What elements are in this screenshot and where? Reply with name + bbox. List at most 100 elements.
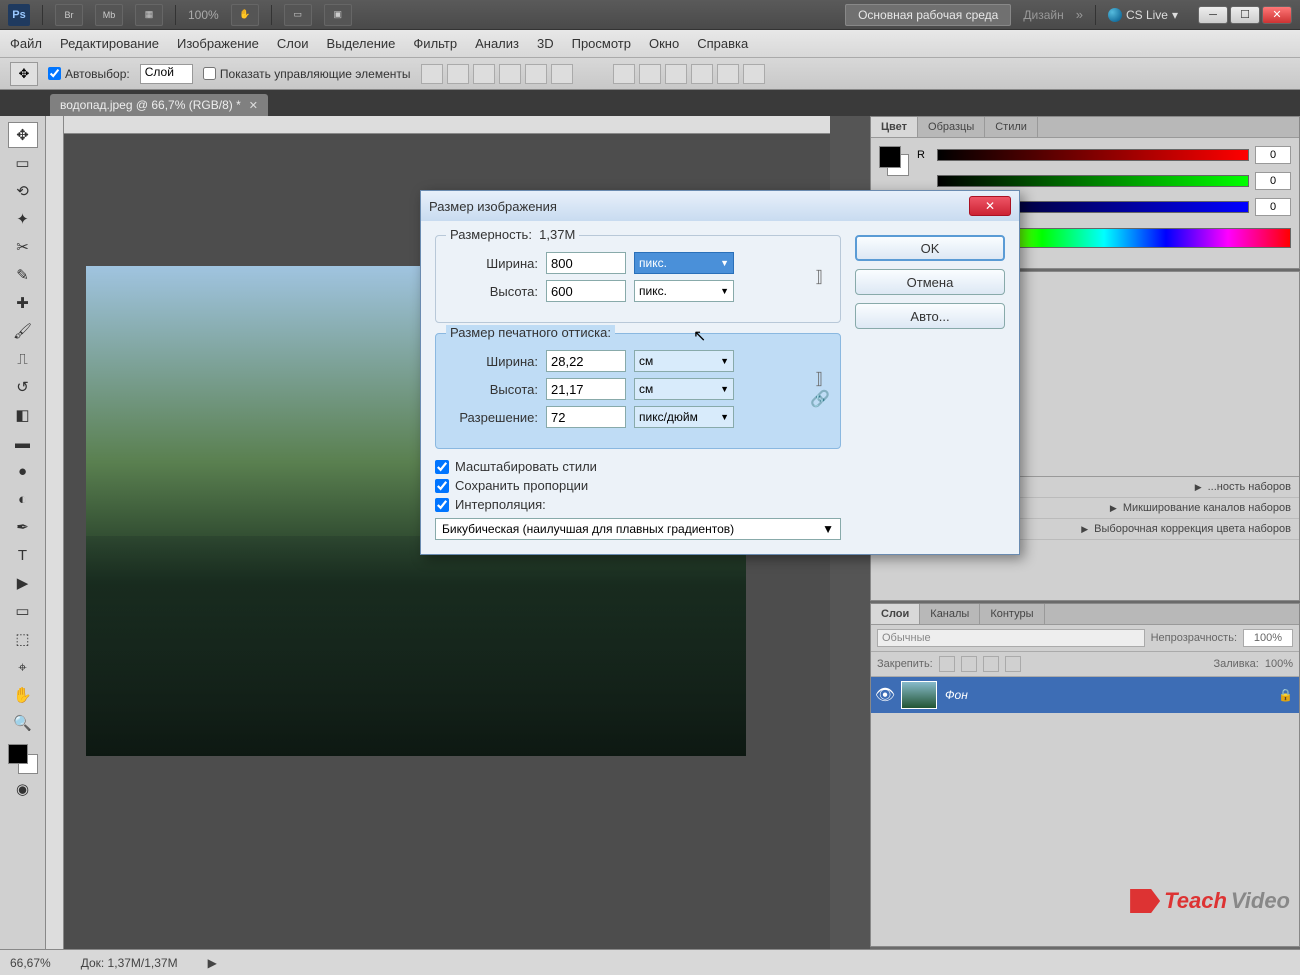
r-slider[interactable]: [937, 149, 1249, 161]
distribute-icon[interactable]: [665, 64, 687, 84]
stamp-tool[interactable]: ⎍: [8, 346, 38, 372]
print-width-input[interactable]: [546, 350, 626, 372]
b-value[interactable]: 0: [1255, 198, 1291, 216]
layer-name[interactable]: Фон: [945, 688, 1270, 702]
cancel-button[interactable]: Отмена: [855, 269, 1005, 295]
distribute-icon[interactable]: [613, 64, 635, 84]
eyedropper-tool[interactable]: ✎: [8, 262, 38, 288]
ok-button[interactable]: OK: [855, 235, 1005, 261]
scale-styles-checkbox[interactable]: Масштабировать стили: [435, 459, 841, 474]
status-arrow-icon[interactable]: ▶: [208, 956, 217, 970]
dialog-close-button[interactable]: ✕: [969, 196, 1011, 216]
dialog-titlebar[interactable]: Размер изображения ✕: [421, 191, 1019, 221]
pen-tool[interactable]: ✒: [8, 514, 38, 540]
menu-filter[interactable]: Фильтр: [413, 36, 457, 51]
gradient-tool[interactable]: ▬: [8, 430, 38, 456]
window-minimize-button[interactable]: ─: [1198, 6, 1228, 24]
fill-input[interactable]: 100%: [1265, 658, 1293, 670]
print-width-unit-select[interactable]: см▼: [634, 350, 734, 372]
tab-styles[interactable]: Стили: [985, 117, 1038, 137]
view-extras-icon[interactable]: ▦: [135, 4, 163, 26]
color-swatches[interactable]: [8, 744, 38, 774]
layer-row-background[interactable]: 👁 Фон 🔒: [871, 677, 1299, 713]
align-icon[interactable]: [473, 64, 495, 84]
workspace-more-icon[interactable]: »: [1076, 7, 1083, 22]
move-tool-indicator[interactable]: ✥: [10, 62, 38, 86]
foreground-color-swatch[interactable]: [8, 744, 28, 764]
panel-color-swatches[interactable]: [879, 146, 909, 176]
show-controls-checkbox[interactable]: Показать управляющие элементы: [203, 67, 411, 81]
g-value[interactable]: 0: [1255, 172, 1291, 190]
crop-tool[interactable]: ✂: [8, 234, 38, 260]
print-height-unit-select[interactable]: см▼: [634, 378, 734, 400]
wand-tool[interactable]: ✦: [8, 206, 38, 232]
width-unit-select[interactable]: пикс.▼: [634, 252, 734, 274]
align-icon[interactable]: [525, 64, 547, 84]
eraser-tool[interactable]: ◧: [8, 402, 38, 428]
align-icon[interactable]: [447, 64, 469, 84]
menu-analysis[interactable]: Анализ: [475, 36, 519, 51]
history-brush-tool[interactable]: ↺: [8, 374, 38, 400]
design-workspace[interactable]: Дизайн: [1023, 8, 1063, 22]
menu-window[interactable]: Окно: [649, 36, 679, 51]
blend-mode-select[interactable]: Обычные: [877, 629, 1145, 647]
screen-mode-icon[interactable]: ▣: [324, 4, 352, 26]
blur-tool[interactable]: ●: [8, 458, 38, 484]
menu-help[interactable]: Справка: [697, 36, 748, 51]
tab-layers[interactable]: Слои: [871, 604, 920, 624]
align-icon[interactable]: [499, 64, 521, 84]
menu-layer[interactable]: Слои: [277, 36, 309, 51]
hand-tool[interactable]: ✋: [8, 682, 38, 708]
autoselect-checkbox[interactable]: Автовыбор:: [48, 67, 130, 81]
opacity-input[interactable]: 100%: [1243, 629, 1293, 647]
quickmask-tool[interactable]: ◉: [8, 776, 38, 802]
window-maximize-button[interactable]: ☐: [1230, 6, 1260, 24]
menu-view[interactable]: Просмотр: [572, 36, 631, 51]
menu-edit[interactable]: Редактирование: [60, 36, 159, 51]
autoselect-target-select[interactable]: Слой: [140, 64, 193, 84]
lock-transparency-icon[interactable]: [939, 656, 955, 672]
menu-select[interactable]: Выделение: [327, 36, 396, 51]
layer-thumbnail[interactable]: [901, 681, 937, 709]
workspace-button[interactable]: Основная рабочая среда: [845, 4, 1011, 26]
constrain-proportions-checkbox[interactable]: Сохранить пропорции: [435, 478, 841, 493]
3d-tool[interactable]: ⬚: [8, 626, 38, 652]
3d-camera-tool[interactable]: ⌖: [8, 654, 38, 680]
print-height-input[interactable]: [546, 378, 626, 400]
auto-button[interactable]: Авто...: [855, 303, 1005, 329]
g-slider[interactable]: [937, 175, 1249, 187]
tab-swatches[interactable]: Образцы: [918, 117, 985, 137]
resolution-input[interactable]: [546, 406, 626, 428]
shape-tool[interactable]: ▭: [8, 598, 38, 624]
height-input[interactable]: [546, 280, 626, 302]
arrange-icon[interactable]: ▭: [284, 4, 312, 26]
tab-color[interactable]: Цвет: [871, 117, 918, 137]
resolution-unit-select[interactable]: пикс/дюйм▼: [634, 406, 734, 428]
zoom-tool[interactable]: 🔍: [8, 710, 38, 736]
distribute-icon[interactable]: [717, 64, 739, 84]
resample-method-select[interactable]: Бикубическая (наилучшая для плавных град…: [435, 518, 841, 540]
status-doc-size[interactable]: Док: 1,37M/1,37M: [81, 956, 178, 970]
bridge-icon[interactable]: Br: [55, 4, 83, 26]
distribute-icon[interactable]: [639, 64, 661, 84]
close-tab-icon[interactable]: ✕: [249, 99, 258, 112]
menu-file[interactable]: Файл: [10, 36, 42, 51]
path-tool[interactable]: ▶: [8, 570, 38, 596]
minibridge-icon[interactable]: Mb: [95, 4, 123, 26]
status-zoom[interactable]: 66,67%: [10, 956, 51, 970]
document-tab[interactable]: водопад.jpeg @ 66,7% (RGB/8) * ✕: [50, 94, 268, 116]
width-input[interactable]: [546, 252, 626, 274]
cslive-button[interactable]: CS Live▾: [1108, 8, 1178, 22]
visibility-icon[interactable]: 👁: [877, 687, 893, 703]
distribute-icon[interactable]: [743, 64, 765, 84]
distribute-icon[interactable]: [691, 64, 713, 84]
tab-channels[interactable]: Каналы: [920, 604, 980, 624]
dodge-tool[interactable]: ◐: [8, 486, 38, 512]
type-tool[interactable]: T: [8, 542, 38, 568]
r-value[interactable]: 0: [1255, 146, 1291, 164]
resample-checkbox[interactable]: Интерполяция:: [435, 497, 841, 512]
menu-3d[interactable]: 3D: [537, 36, 554, 51]
zoom-level[interactable]: 100%: [188, 8, 219, 22]
lasso-tool[interactable]: ⟲: [8, 178, 38, 204]
marquee-tool[interactable]: ▭: [8, 150, 38, 176]
